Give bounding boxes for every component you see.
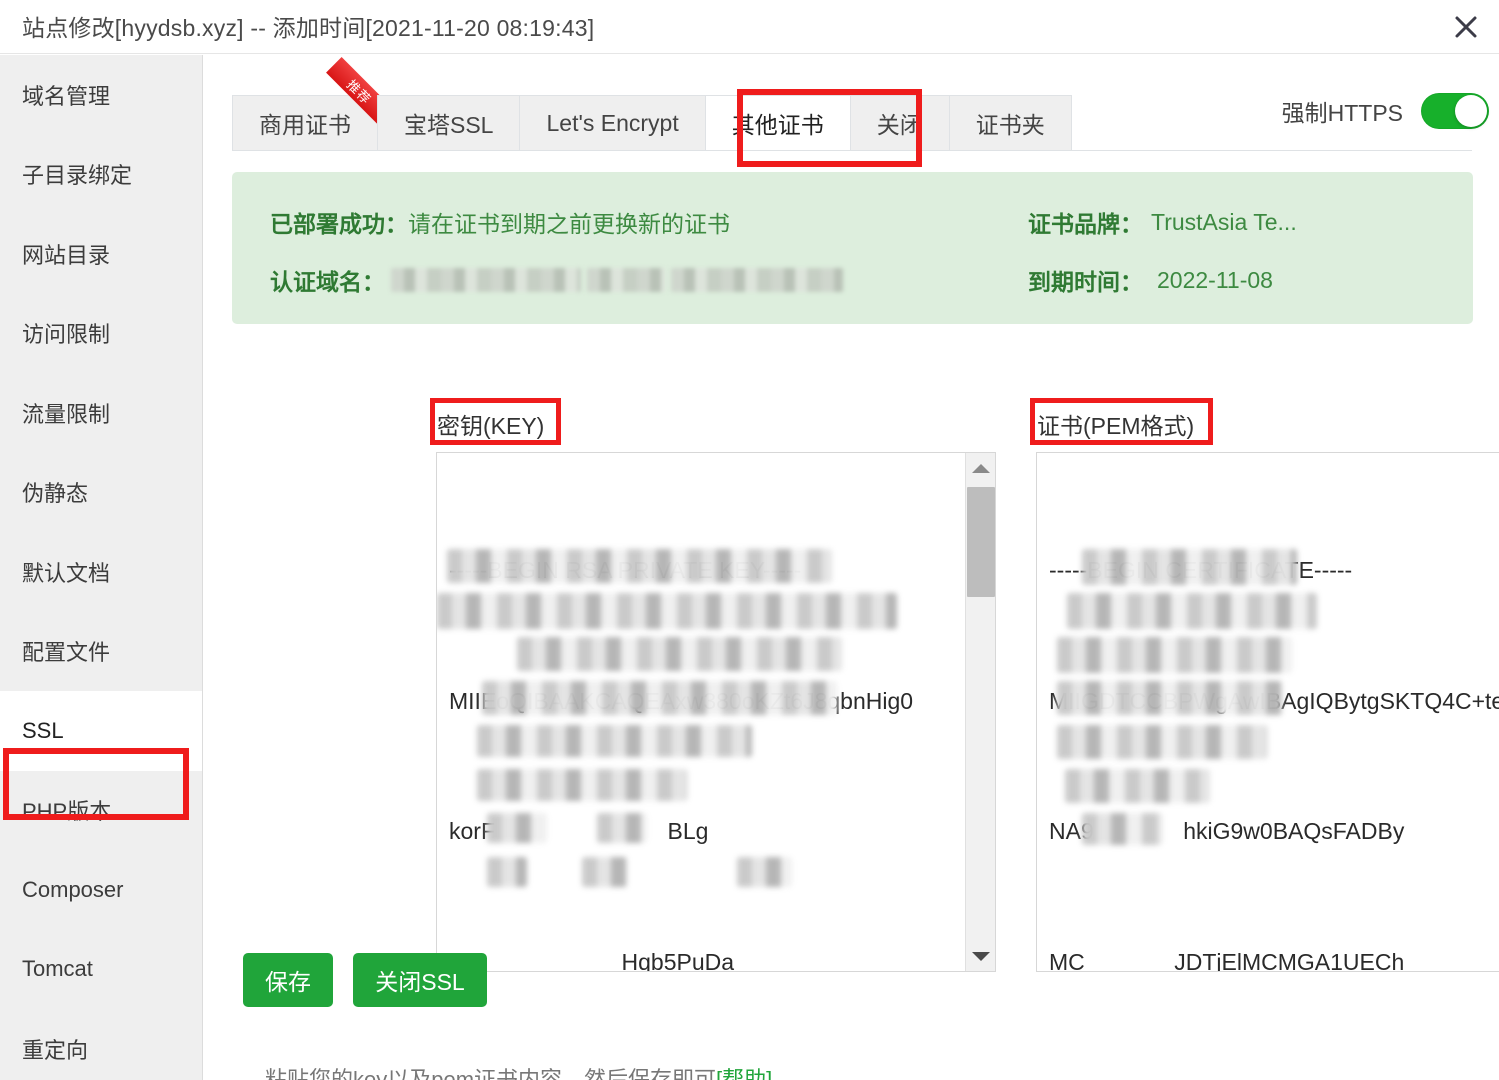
sidebar-item-access[interactable]: 访问限制 — [0, 294, 202, 374]
redaction-smear — [1057, 637, 1292, 673]
cert-domain-label: 认证域名： — [270, 269, 385, 295]
force-https-toggle[interactable] — [1421, 93, 1489, 129]
redaction-smear — [1057, 725, 1267, 759]
sidebar-item-label: 子目录绑定 — [22, 163, 133, 189]
sidebar-item-rewrite[interactable]: 伪静态 — [0, 453, 202, 533]
cert-status-panel: 已部署成功： 请在证书到期之前更换新的证书 认证域名： 证书品牌： TrustA… — [232, 172, 1473, 324]
sidebar-item-index[interactable]: 默认文档 — [0, 532, 202, 612]
sidebar-item-label: Tomcat — [22, 956, 93, 982]
cert-expire-label: 到期时间： — [1028, 269, 1143, 295]
dialog-titlebar: 站点修改[hyydsb.xyz] -- 添加时间[2021-11-20 08:1… — [0, 0, 1499, 54]
sidebar-item-label: SSL — [22, 717, 64, 743]
pem-line: MC JDTjElMCMGA1UECh — [1049, 948, 1405, 972]
tab-label: 商用证书 — [259, 112, 351, 138]
close-ssl-button[interactable]: 关闭SSL — [353, 953, 487, 1007]
cert-brand-row: 证书品牌： TrustAsia Te... — [1028, 205, 1297, 239]
cert-domain-value-redacted — [587, 268, 665, 292]
tab-label: 证书夹 — [975, 112, 1045, 138]
redaction-smear — [582, 857, 627, 887]
sidebar-item-label: 重定向 — [22, 1037, 89, 1063]
redaction-smear — [437, 593, 897, 629]
footer-hint-text: 粘贴您的key以及pem证书内容，然后保存即可 — [265, 1067, 717, 1080]
tab-bt-ssl[interactable]: 宝塔SSL — [377, 95, 521, 150]
sidebar-item-label: PHP版本 — [22, 799, 112, 825]
pem-field-label: 证书(PEM格式) — [1037, 413, 1195, 439]
scroll-down-icon[interactable] — [966, 941, 995, 971]
sidebar-item-config[interactable]: 配置文件 — [0, 612, 202, 692]
key-field-label: 密钥(KEY) — [437, 413, 545, 439]
tab-label: 其他证书 — [731, 112, 824, 138]
cert-brand-label: 证书品牌： — [1028, 211, 1143, 237]
key-line: korF BLg — [449, 818, 709, 844]
page-title: 站点修改[hyydsb.xyz] -- 添加时间[2021-11-20 08:1… — [22, 15, 595, 41]
redaction-smear — [477, 725, 752, 757]
key-line: MIIEoQIBAAKCAQEAxw380oKZt6J8qbnHig0 — [449, 687, 914, 714]
sidebar-item-label: 访问限制 — [22, 322, 111, 348]
sidebar: 域名管理 子目录绑定 网站目录 访问限制 流量限制 伪静态 默认文档 配置文件 … — [0, 55, 203, 1080]
pem-line: -----BEGIN CERTIFICATE----- — [1049, 557, 1353, 583]
cert-brand-value: TrustAsia Te... — [1151, 208, 1297, 235]
sidebar-item-label: 默认文档 — [22, 560, 111, 586]
tab-label: 关闭 — [876, 112, 923, 138]
key-line: Hqb5PuDa — [449, 948, 735, 972]
sidebar-item-label: Composer — [22, 876, 124, 902]
sidebar-item-traffic[interactable]: 流量限制 — [0, 373, 202, 453]
redaction-smear — [487, 857, 527, 887]
sidebar-item-php[interactable]: PHP版本 — [0, 771, 202, 851]
redaction-smear — [517, 637, 842, 671]
scrollbar-thumb[interactable] — [967, 487, 995, 597]
sidebar-item-label: 网站目录 — [22, 242, 111, 268]
sidebar-item-label: 配置文件 — [22, 640, 111, 666]
tab-lets-encrypt[interactable]: Let's Encrypt — [519, 95, 706, 150]
sidebar-item-webroot[interactable]: 网站目录 — [0, 214, 202, 294]
pem-line: NA9 hkiG9w0BAQsFADBy — [1049, 818, 1405, 844]
sidebar-item-composer[interactable]: Composer — [0, 850, 202, 930]
sidebar-item-label: 伪静态 — [22, 481, 89, 507]
sidebar-item-subdir[interactable]: 子目录绑定 — [0, 135, 202, 215]
cert-domain-row: 认证域名： — [270, 263, 843, 297]
main-panel: 商用证书 推荐 宝塔SSL Let's Encrypt 其他证书 关闭 证书夹 — [204, 55, 1499, 1080]
pem-line: MIIGDTCCBPWgAwIBAgIQBytgSKTQ4C+tep — [1049, 687, 1499, 714]
sidebar-item-ssl[interactable]: SSL — [0, 691, 202, 771]
sidebar-item-label: 流量限制 — [22, 401, 111, 427]
redaction-smear — [737, 857, 792, 887]
force-https-control: 强制HTTPS — [1282, 93, 1489, 129]
sidebar-item-tomcat[interactable]: Tomcat — [0, 930, 202, 1010]
tab-close[interactable]: 关闭 — [849, 95, 950, 150]
redaction-smear — [1065, 769, 1210, 803]
footer-hint: 粘贴您的key以及pem证书内容，然后保存即可[帮助] — [265, 1062, 772, 1080]
deploy-status-label: 已部署成功： — [270, 211, 408, 237]
sidebar-item-label: 域名管理 — [22, 83, 111, 109]
force-https-label: 强制HTTPS — [1281, 100, 1403, 126]
deploy-status-text: 请在证书到期之前更换新的证书 — [408, 211, 730, 237]
cert-expire-row: 到期时间： 2022-11-08 — [1028, 263, 1273, 297]
tab-other-cert[interactable]: 其他证书 — [704, 95, 851, 150]
key-textarea-content[interactable]: -----BEGIN RSA PRIVATE KEY----- MIIEoQIB… — [437, 453, 965, 971]
help-link[interactable]: [帮助] — [716, 1067, 772, 1080]
save-button[interactable]: 保存 — [243, 953, 333, 1007]
site-edit-dialog: 站点修改[hyydsb.xyz] -- 添加时间[2021-11-20 08:1… — [0, 0, 1499, 1080]
key-textarea-scrollbar[interactable] — [965, 453, 995, 971]
sidebar-item-redirect[interactable]: 重定向 — [0, 1009, 202, 1080]
key-line: -----BEGIN RSA PRIVATE KEY----- — [449, 557, 802, 583]
toggle-knob — [1455, 95, 1487, 127]
redaction-smear — [1067, 593, 1317, 629]
pem-textarea[interactable]: -----BEGIN CERTIFICATE----- MIIGDTCCBPWg… — [1036, 452, 1499, 972]
redaction-smear — [477, 769, 687, 801]
pem-textarea-content[interactable]: -----BEGIN CERTIFICATE----- MIIGDTCCBPWg… — [1037, 453, 1499, 971]
scroll-up-icon[interactable] — [966, 453, 995, 483]
key-textarea[interactable]: -----BEGIN RSA PRIVATE KEY----- MIIEoQIB… — [436, 452, 996, 972]
cert-domain-value-redacted — [671, 268, 843, 292]
deploy-status-row: 已部署成功： 请在证书到期之前更换新的证书 — [270, 205, 730, 239]
tab-label: Let's Encrypt — [546, 109, 679, 136]
tab-cert-folder[interactable]: 证书夹 — [948, 95, 1072, 150]
tab-label: 宝塔SSL — [404, 112, 494, 138]
close-icon[interactable] — [1445, 6, 1487, 48]
sidebar-item-domain[interactable]: 域名管理 — [0, 55, 202, 135]
tab-commercial-cert[interactable]: 商用证书 推荐 — [232, 57, 394, 150]
cert-domain-value-redacted — [391, 268, 581, 292]
cert-expire-value: 2022-11-08 — [1157, 266, 1273, 293]
